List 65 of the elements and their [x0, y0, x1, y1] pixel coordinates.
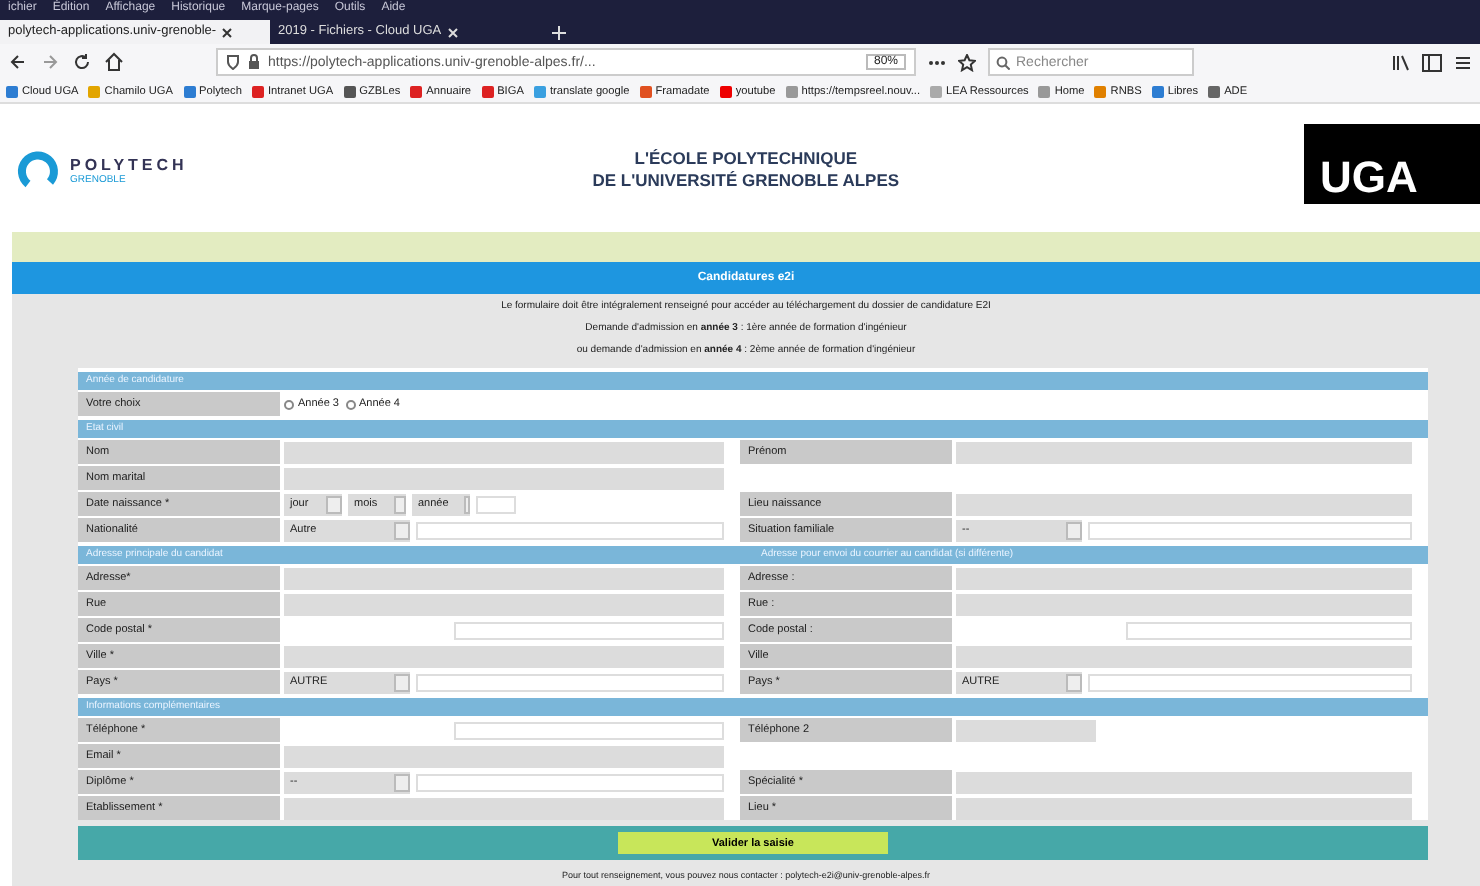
input-field[interactable] [284, 441, 724, 463]
input-field[interactable] [956, 645, 1412, 667]
caret-icon [394, 673, 410, 691]
logo-text: POLYTECH [70, 155, 188, 173]
input-field[interactable] [956, 493, 1412, 515]
close-icon[interactable] [222, 27, 233, 37]
caret-icon [1066, 673, 1082, 691]
shield-icon [226, 54, 240, 70]
input-field[interactable] [454, 621, 724, 639]
caret-icon [1066, 521, 1082, 539]
input-field[interactable] [1126, 621, 1412, 639]
input-field[interactable] [284, 593, 724, 615]
bookmark-icon [1094, 85, 1107, 97]
sidebar-icon[interactable] [1422, 53, 1442, 71]
star-icon[interactable] [958, 53, 976, 71]
input-field[interactable] [284, 645, 724, 667]
input-field[interactable] [416, 773, 724, 791]
new-tab-icon[interactable] [552, 26, 566, 40]
input-field[interactable] [956, 593, 1412, 615]
caret-icon [326, 495, 342, 513]
bookmark-icon [343, 85, 356, 97]
more-icon[interactable] [928, 59, 946, 65]
search-icon [996, 55, 1010, 69]
reload-icon[interactable] [72, 52, 92, 72]
school-title: L'ÉCOLE POLYTECHNIQUE [632, 148, 860, 170]
bookmark-icon [481, 85, 494, 97]
caret-icon [394, 773, 410, 791]
input-field[interactable] [956, 567, 1412, 589]
library-icon[interactable] [1392, 53, 1410, 71]
input-field[interactable] [1088, 521, 1412, 539]
input-field[interactable] [284, 567, 724, 589]
input-field[interactable] [956, 771, 1412, 793]
input-field[interactable] [476, 495, 516, 513]
ring-logo-icon [16, 148, 60, 192]
bookmark-icon [88, 85, 101, 97]
input-field[interactable] [416, 521, 724, 539]
bookmark-icon [785, 85, 798, 97]
bookmark-icon [719, 85, 732, 97]
bookmark-icon [639, 85, 652, 97]
bookmark-icon [1151, 85, 1164, 97]
bookmark-icon [6, 85, 18, 97]
bookmark-icon [251, 85, 264, 97]
caret-icon [464, 495, 470, 513]
input-field[interactable] [956, 797, 1412, 819]
input-field[interactable] [284, 467, 724, 489]
input-field[interactable] [1088, 673, 1412, 691]
bookmark-icon [1038, 85, 1051, 97]
input-field[interactable] [284, 797, 724, 819]
bookmark-icon [410, 85, 423, 97]
lock-icon [248, 54, 260, 70]
bookmark-icon [930, 85, 942, 97]
uga-logo: UGA [1303, 124, 1480, 204]
forward-icon[interactable] [40, 52, 60, 72]
input-field[interactable] [956, 441, 1412, 463]
input-field[interactable] [454, 721, 724, 739]
school-title: DE L'UNIVERSITÉ GRENOBLE ALPES [592, 170, 900, 192]
bookmark-icon [1208, 85, 1221, 97]
input-field[interactable] [956, 719, 1096, 741]
back-icon[interactable] [8, 52, 28, 72]
bookmark-icon [183, 85, 195, 97]
menu-icon[interactable] [1454, 53, 1472, 71]
input-field[interactable] [284, 745, 724, 767]
home-icon[interactable] [104, 52, 124, 72]
input-field[interactable] [416, 673, 724, 691]
bookmark-icon [533, 85, 546, 97]
